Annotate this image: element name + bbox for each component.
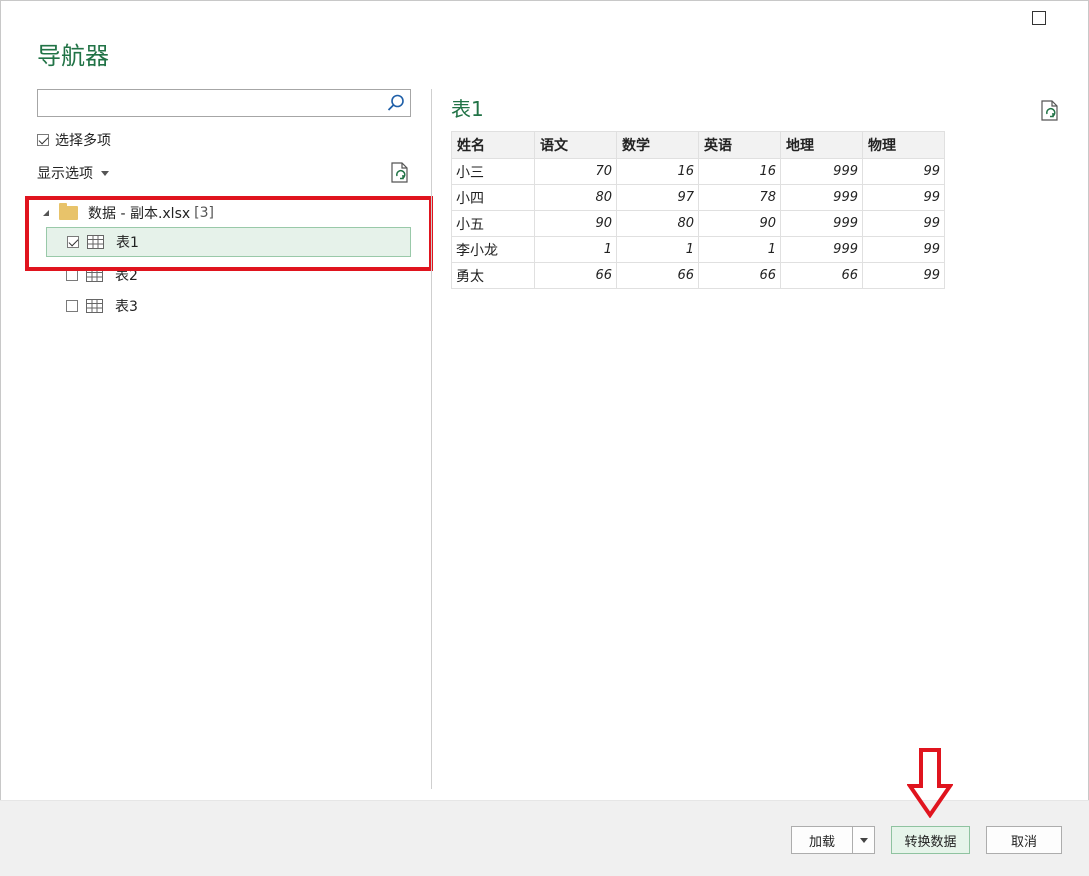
- table-cell: 小四: [451, 184, 535, 211]
- column-header[interactable]: 地理: [780, 131, 863, 159]
- load-button[interactable]: 加载: [791, 826, 853, 854]
- refresh-icon[interactable]: [1040, 100, 1060, 122]
- table-row: 李小龙 1 1 1 999 99: [451, 236, 945, 263]
- table-row: 小四 80 97 78 999 99: [451, 184, 945, 211]
- select-multiple-checkbox[interactable]: [37, 134, 49, 146]
- display-options-label: 显示选项: [37, 166, 93, 182]
- table-cell: 90: [698, 210, 781, 237]
- table-row: 小五 90 80 90 999 99: [451, 210, 945, 237]
- pane-divider[interactable]: [431, 89, 432, 789]
- table-cell: 99: [862, 210, 945, 237]
- annotation-arrow-icon: [907, 748, 953, 818]
- table-cell: 1: [616, 236, 699, 263]
- transform-data-button[interactable]: 转换数据: [891, 826, 970, 854]
- load-dropdown-button[interactable]: [852, 826, 875, 854]
- preview-table: 姓名 语文 数学 英语 地理 物理 小三 70 16 16 999 99 小四 …: [451, 131, 945, 289]
- table-cell: 999: [780, 210, 863, 237]
- table-cell: 李小龙: [451, 236, 535, 263]
- table-cell: 99: [862, 236, 945, 263]
- table-header-row: 姓名 语文 数学 英语 地理 物理: [451, 131, 945, 159]
- table-cell: 999: [780, 184, 863, 211]
- preview-title: 表1: [451, 97, 484, 121]
- table-cell: 66: [616, 262, 699, 289]
- column-header[interactable]: 数学: [616, 131, 699, 159]
- table-cell: 小三: [451, 158, 535, 185]
- table-cell: 999: [780, 236, 863, 263]
- table-cell: 1: [534, 236, 617, 263]
- annotation-highlight-box: [25, 196, 433, 271]
- table-cell: 80: [616, 210, 699, 237]
- search-icon[interactable]: [386, 93, 406, 113]
- chevron-down-icon: [859, 837, 868, 843]
- table-cell: 勇太: [451, 262, 535, 289]
- table-row: 勇太 66 66 66 66 99: [451, 262, 945, 289]
- refresh-icon[interactable]: [390, 162, 410, 184]
- select-multiple-label: 选择多项: [55, 133, 111, 149]
- table-icon: [86, 298, 103, 313]
- table-cell: 97: [616, 184, 699, 211]
- table-cell: 999: [780, 158, 863, 185]
- table3-label: 表3: [115, 299, 138, 315]
- tree-item-table3[interactable]: 表3: [66, 291, 138, 321]
- table-cell: 99: [862, 184, 945, 211]
- table-cell: 小五: [451, 210, 535, 237]
- table-cell: 16: [698, 158, 781, 185]
- maximize-icon[interactable]: [1032, 11, 1046, 25]
- table-cell: 99: [862, 262, 945, 289]
- dialog-title: 导航器: [37, 42, 109, 70]
- table-cell: 66: [534, 262, 617, 289]
- table-cell: 99: [862, 158, 945, 185]
- table-row: 小三 70 16 16 999 99: [451, 158, 945, 185]
- table-cell: 80: [534, 184, 617, 211]
- table-cell: 66: [698, 262, 781, 289]
- select-multiple-option[interactable]: 选择多项: [37, 130, 111, 150]
- search-input[interactable]: [37, 89, 411, 117]
- column-header[interactable]: 姓名: [451, 131, 535, 159]
- column-header[interactable]: 语文: [534, 131, 617, 159]
- table-cell: 1: [698, 236, 781, 263]
- table-cell: 66: [780, 262, 863, 289]
- display-options-dropdown[interactable]: 显示选项: [37, 163, 109, 183]
- chevron-down-icon: [101, 170, 109, 176]
- column-header[interactable]: 英语: [698, 131, 781, 159]
- table-cell: 16: [616, 158, 699, 185]
- table3-checkbox[interactable]: [66, 300, 78, 312]
- table-cell: 90: [534, 210, 617, 237]
- table-cell: 70: [534, 158, 617, 185]
- table-cell: 78: [698, 184, 781, 211]
- column-header[interactable]: 物理: [862, 131, 945, 159]
- cancel-button[interactable]: 取消: [986, 826, 1062, 854]
